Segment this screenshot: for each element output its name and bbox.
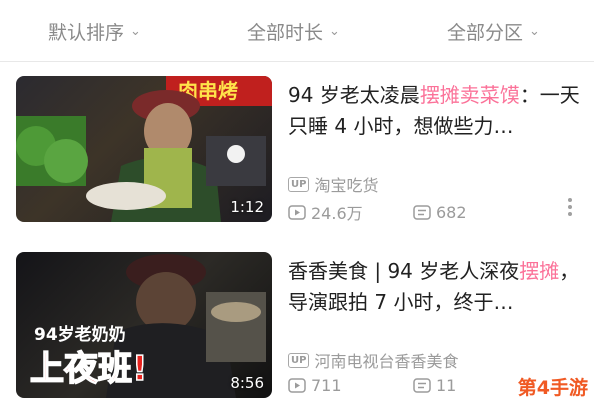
- video-duration: 8:56: [230, 374, 264, 392]
- category-filter[interactable]: 全部分区 ⌄: [447, 18, 540, 45]
- filter-bar: 默认排序 ⌄ 全部时长 ⌄ 全部分区 ⌄: [0, 0, 594, 62]
- play-count-icon: [288, 204, 306, 220]
- play-count-icon: [288, 378, 306, 393]
- category-filter-label: 全部分区: [447, 22, 524, 44]
- video-title[interactable]: 94 岁老太凌晨摆摊卖菜馍：一天只睡 4 小时，想做些力…: [288, 80, 580, 142]
- video-card[interactable]: 肉串烤 1:12 94 岁老太凌晨摆摊卖菜馍：一天只睡 4 小时，想做些力… U…: [16, 76, 586, 224]
- view-count: 711: [311, 376, 342, 395]
- chevron-down-icon: ⌄: [329, 24, 340, 39]
- up-badge: UP: [288, 352, 310, 368]
- uploader-name: 河南电视台香香美食: [314, 352, 459, 371]
- uploader-row[interactable]: UP 淘宝吃货: [288, 172, 378, 196]
- chevron-down-icon: ⌄: [130, 24, 141, 39]
- uploader-row[interactable]: UP 河南电视台香香美食: [288, 348, 458, 372]
- more-icon[interactable]: [568, 198, 574, 216]
- video-title[interactable]: 香香美食 | 94 岁老人深夜摆摊，导演跟拍 7 小时，终于…: [288, 256, 580, 318]
- danmaku-count: 682: [436, 202, 467, 222]
- up-badge: UP: [288, 176, 310, 192]
- danmaku-count: 11: [436, 376, 457, 395]
- thumbnail-caption-bottom: 上夜班!: [30, 349, 148, 389]
- site-watermark: 第4手游: [517, 377, 588, 399]
- duration-filter[interactable]: 全部时长 ⌄: [247, 18, 340, 45]
- title-text: 香香美食 | 94 岁老人深夜: [288, 259, 520, 283]
- chevron-down-icon: ⌄: [529, 24, 540, 39]
- video-duration: 1:12: [230, 198, 264, 216]
- title-highlight: 摆摊: [519, 259, 560, 283]
- view-count: 24.6万: [311, 204, 363, 223]
- video-card[interactable]: 94岁老奶奶 上夜班! 8:56 香香美食 | 94 岁老人深夜摆摊，导演跟拍 …: [16, 252, 586, 398]
- danmaku-icon: [413, 204, 431, 220]
- duration-filter-label: 全部时长: [247, 22, 324, 44]
- video-thumbnail[interactable]: 肉串烤 1:12: [16, 76, 272, 222]
- thumbnail-caption-top: 94岁老奶奶: [34, 324, 126, 345]
- uploader-name: 淘宝吃货: [314, 176, 379, 195]
- video-thumbnail[interactable]: 94岁老奶奶 上夜班! 8:56: [16, 252, 272, 398]
- stats-row: 24.6万 682: [288, 200, 578, 224]
- sort-filter[interactable]: 默认排序 ⌄: [48, 18, 141, 45]
- danmaku-icon: [413, 378, 431, 393]
- title-highlight: 摆摊卖菜馍: [419, 83, 520, 107]
- title-text: 94 岁老太凌晨: [288, 83, 420, 107]
- sort-filter-label: 默认排序: [48, 22, 125, 44]
